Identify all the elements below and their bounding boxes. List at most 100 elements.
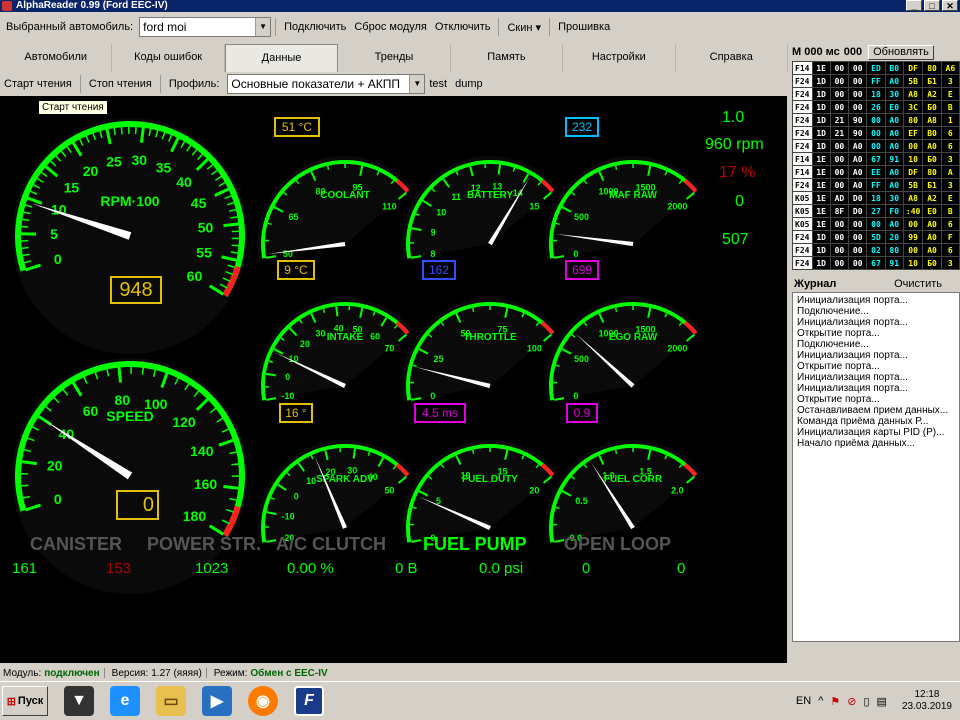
hex-cell: 00 (829, 61, 850, 75)
language-indicator[interactable]: EN (796, 695, 811, 707)
clock[interactable]: 12:18 23.03.2019 (902, 689, 952, 713)
throttle-tick-label: 100 (527, 344, 542, 354)
refresh-button[interactable]: Обновлять (868, 44, 934, 60)
hex-row: F24 1D 21 90 00 A0 80 A8 1 (792, 113, 960, 127)
chevron-down-icon: ▾ (535, 21, 542, 34)
rpm-tick-label: 50 (198, 219, 214, 235)
skin-button[interactable]: Скин ▾ (503, 21, 545, 34)
hex-cell: 6 (940, 217, 960, 231)
hex-cell: 1D (811, 139, 831, 153)
hex-cell: A0 (848, 165, 868, 179)
log-entry: Подключение... (797, 306, 869, 317)
fuelduty-gauge-label: FUEL DUTY (462, 474, 518, 485)
bottom-value: 1023 (195, 560, 229, 577)
hex-cell: 3C (902, 100, 924, 114)
close-button[interactable]: ✕ (942, 0, 958, 11)
hex-cell: 00 (848, 217, 868, 231)
intake-minor-tick (322, 308, 326, 314)
start-reading-button[interactable]: Старт чтения (0, 78, 76, 90)
log-list[interactable]: Инициализация порта... Подключение... Иниц… (792, 292, 960, 642)
firmware-button[interactable]: Прошивка (554, 21, 614, 33)
hex-cell: 27 (866, 204, 886, 218)
tab-cars[interactable]: Автомобили (0, 44, 113, 72)
hex-row: K05 1E 8F D0 27 F0:40 E0 B (792, 204, 960, 218)
battery-icon[interactable]: ▯ (863, 695, 869, 708)
speed-major-tick (117, 366, 123, 383)
firefox-icon[interactable]: ◉ (248, 686, 278, 716)
hex-cell: A0 (922, 230, 942, 244)
reset-module-button[interactable]: Сброс модуля (350, 21, 431, 33)
hex-cell: 1D (811, 256, 831, 270)
coolant-minor-tick (326, 165, 330, 170)
maf-tick-label: 0 (573, 249, 578, 259)
title-bar: AlphaReader 0.99 (Ford EEC-IV) _ □ ✕ (0, 0, 960, 12)
bottom-value: 0 (582, 560, 591, 577)
ford-app-icon[interactable]: F (294, 686, 324, 716)
chevron-up-icon[interactable]: ^ (818, 695, 823, 707)
hex-cell: 99 (902, 230, 924, 244)
file-explorer-icon[interactable]: ▭ (156, 686, 186, 716)
hex-row: F24 1D 00 00 67 91 10 Б0 3 (792, 256, 960, 270)
main-toolbar: Выбранный автомобиль: ford moi ▼ Подключи… (0, 16, 960, 38)
rpm-readout: 948 (110, 276, 162, 304)
disconnect-button[interactable]: Отключить (431, 21, 495, 33)
maf-minor-tick (555, 222, 560, 226)
hex-row: F24 1D 00 00 26 E0 3C Б0 B (792, 100, 960, 114)
spark-major-tick (352, 448, 356, 459)
hex-cell: 5B (902, 74, 924, 88)
intake-tick-label: 60 (370, 331, 380, 341)
clear-log-button[interactable]: Очистить (894, 278, 942, 290)
hex-cell: 5D (866, 230, 886, 244)
tab-data[interactable]: Данные (224, 44, 339, 72)
ego-minor-tick (614, 307, 618, 312)
minimize-button[interactable]: _ (906, 0, 922, 11)
tab-trends[interactable]: Тренды (338, 44, 451, 72)
maximize-button[interactable]: □ (924, 0, 940, 11)
hex-cell: F24 (792, 113, 813, 127)
stop-reading-button[interactable]: Стоп чтения (85, 78, 156, 90)
volume-muted-icon[interactable]: ⊘ (847, 695, 856, 708)
speed-major-tick (223, 485, 240, 490)
hex-cell: F24 (792, 87, 813, 101)
tab-settings[interactable]: Настройки (563, 44, 676, 72)
hex-cell: A6 (940, 61, 960, 75)
media-player-icon[interactable]: ▶ (202, 686, 232, 716)
car-select[interactable]: ford moi ▼ (139, 17, 272, 37)
test-button[interactable]: test (425, 78, 451, 90)
connect-button[interactable]: Подключить (280, 21, 350, 33)
internet-explorer-icon[interactable]: e (110, 686, 140, 716)
hex-row: K05 1E 00 00 00 A0 00 A0 6 (792, 217, 960, 231)
hex-cell: 00 (829, 230, 850, 244)
hex-cell: K05 (792, 217, 813, 231)
ego-minor-tick (555, 364, 560, 368)
gauges-svg: 051015202530354045505560RPM·100020406080… (12, 118, 701, 594)
flag-icon[interactable]: ⚑ (830, 695, 840, 708)
side-value-rpm: 960 rpm (705, 136, 764, 153)
rpm-gauge-label: RPM·100 (100, 193, 159, 209)
hex-cell: A0 (848, 152, 868, 166)
battery-gauge-label: BATTERY (467, 190, 513, 201)
tab-help[interactable]: Справка (676, 44, 788, 72)
profile-select[interactable]: Основные показатели + АКПП ▼ (227, 74, 426, 94)
hex-cell: 00 (902, 139, 924, 153)
dump-button[interactable]: dump (451, 78, 487, 90)
hex-cell: A8 (902, 87, 924, 101)
fox-app-icon[interactable]: ▼ (64, 686, 94, 716)
tab-error-codes[interactable]: Коды ошибок (112, 44, 225, 72)
hex-cell: K05 (792, 204, 813, 218)
hex-cell: B0 (884, 61, 904, 75)
clock-date: 23.03.2019 (901, 701, 952, 712)
hex-cell: 3 (940, 256, 960, 270)
speed-tick-label: 140 (190, 443, 214, 459)
hex-row: F14 1E 00 A0 EE A0 DF 80 A (792, 165, 960, 179)
windows-logo-icon: ⊞ (6, 695, 16, 708)
chevron-down-icon[interactable]: ▼ (409, 75, 425, 93)
fuelcorr-gauge-label: FUEL CORR (604, 474, 663, 485)
indicator-open-loop: OPEN LOOP (564, 534, 672, 554)
tab-memory[interactable]: Память (451, 44, 564, 72)
start-button[interactable]: ⊞ Пуск (2, 686, 48, 716)
chevron-down-icon[interactable]: ▼ (255, 18, 271, 36)
rpm-tick-label: 60 (187, 268, 203, 284)
network-icon[interactable]: ▤ (877, 695, 887, 708)
hex-row: F14 1E 00 00 ED B0 DF 80 A6 (792, 61, 960, 75)
